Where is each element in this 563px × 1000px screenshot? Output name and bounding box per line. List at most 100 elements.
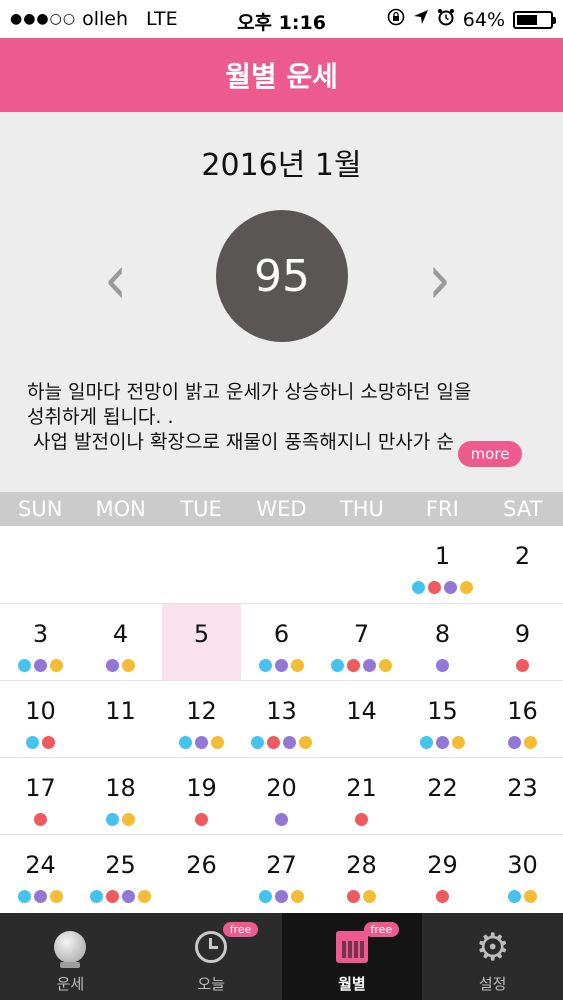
calendar-day[interactable]: 21 xyxy=(322,758,401,834)
battery-percent: 64% xyxy=(462,8,505,31)
fortune-dot-yellow xyxy=(122,659,135,672)
calendar-day[interactable]: 13 xyxy=(242,681,321,757)
calendar-day[interactable]: 2 xyxy=(483,526,562,602)
calendar-day[interactable]: 22 xyxy=(403,758,482,834)
day-number: 3 xyxy=(32,620,49,648)
fortune-line: 사업 발전이나 확장으로 재물이 풍족해지니 만사가 순 xyxy=(33,431,454,453)
calendar-day[interactable]: 25 xyxy=(81,835,160,911)
score-value: 95 xyxy=(254,250,310,302)
fortune-dot-purple xyxy=(508,736,521,749)
fortune-dot-blue xyxy=(18,659,31,672)
calendar-day[interactable]: 16 xyxy=(483,681,562,757)
clock-icon xyxy=(195,927,228,967)
fortune-dot-purple xyxy=(283,736,296,749)
more-button[interactable]: more xyxy=(458,441,522,467)
fortune-dot-yellow xyxy=(524,890,537,903)
day-number: 4 xyxy=(112,620,129,648)
calendar-week: 17 18 19 20 21 22 23 xyxy=(0,757,563,833)
calendar-week: 24 25 26 27 28 29 30 xyxy=(0,834,563,910)
fortune-dot-yellow xyxy=(50,890,63,903)
free-badge: free xyxy=(222,922,259,937)
chevron-left-icon[interactable]: ‹ xyxy=(104,244,127,314)
calendar-icon xyxy=(335,927,368,967)
calendar-day[interactable]: 3 xyxy=(1,604,80,680)
calendar-day[interactable]: 29 xyxy=(403,835,482,911)
calendar-day[interactable]: 4 xyxy=(81,604,160,680)
tab-today[interactable]: free 오늘 xyxy=(141,913,282,1000)
fortune-dot-blue xyxy=(420,736,433,749)
day-number: 8 xyxy=(434,620,451,648)
calendar-day[interactable]: 14 xyxy=(322,681,401,757)
gear-icon: ⚙ xyxy=(475,925,510,969)
calendar-day[interactable]: 26 xyxy=(162,835,241,911)
fortune-dots xyxy=(1,890,80,903)
day-number: 19 xyxy=(186,774,217,802)
calendar-day[interactable]: 5 xyxy=(162,604,241,680)
calendar-day[interactable]: 9 xyxy=(483,604,562,680)
fortune-dot-purple xyxy=(106,659,119,672)
location-arrow-icon xyxy=(413,9,429,30)
tab-monthly[interactable]: free 월별 xyxy=(281,913,423,1000)
fortune-dots xyxy=(403,659,482,672)
calendar-day[interactable]: 15 xyxy=(403,681,482,757)
fortune-dot-yellow xyxy=(452,736,465,749)
calendar-day[interactable]: 23 xyxy=(483,758,562,834)
fortune-dot-red xyxy=(195,813,208,826)
calendar-day[interactable]: 19 xyxy=(162,758,241,834)
calendar-day[interactable]: 8 xyxy=(403,604,482,680)
fortune-dot-red xyxy=(355,813,368,826)
fortune-dot-blue xyxy=(412,581,425,594)
day-number: 16 xyxy=(507,697,538,725)
calendar-day[interactable]: 30 xyxy=(483,835,562,911)
fortune-dots xyxy=(162,736,241,749)
fortune-dot-purple xyxy=(275,890,288,903)
fortune-dots xyxy=(322,659,401,672)
calendar-week: 3 4 5 6 7 8 9 xyxy=(0,603,563,680)
day-number: 17 xyxy=(25,774,56,802)
tab-settings[interactable]: ⚙ 설정 xyxy=(422,913,563,1000)
battery-icon xyxy=(513,10,556,29)
calendar-day[interactable]: 7 xyxy=(322,604,401,680)
fortune-dots xyxy=(242,890,321,903)
day-number: 27 xyxy=(266,851,297,879)
tab-label: 운세 xyxy=(56,975,85,993)
calendar-day[interactable]: 18 xyxy=(81,758,160,834)
calendar-day[interactable]: 12 xyxy=(162,681,241,757)
calendar-day[interactable]: 6 xyxy=(242,604,321,680)
calendar-day[interactable]: 28 xyxy=(322,835,401,911)
calendar-day[interactable]: 24 xyxy=(1,835,80,911)
calendar-day[interactable]: 17 xyxy=(1,758,80,834)
page-title: 월별 운세 xyxy=(225,60,338,93)
calendar-day[interactable]: 27 xyxy=(242,835,321,911)
fortune-dot-yellow xyxy=(291,890,304,903)
fortune-dot-yellow xyxy=(524,736,537,749)
day-number: 26 xyxy=(186,851,217,879)
fortune-dot-red xyxy=(428,581,441,594)
chevron-right-icon[interactable]: › xyxy=(428,244,451,314)
day-number: 15 xyxy=(427,697,458,725)
calendar-day[interactable]: 1 xyxy=(403,526,482,602)
fortune-dots xyxy=(322,813,401,826)
app-header: 월별 운세 xyxy=(0,38,563,112)
monthly-summary: 2016년 1월 ‹ 95 › 하늘 일마다 전망이 밝고 운세가 상승하니 소… xyxy=(0,112,563,492)
fortune-dot-purple xyxy=(436,659,449,672)
fortune-dot-blue xyxy=(26,736,39,749)
calendar-day[interactable]: 11 xyxy=(81,681,160,757)
fortune-dots xyxy=(1,659,80,672)
fortune-dot-yellow xyxy=(299,736,312,749)
day-number: 23 xyxy=(507,774,538,802)
tab-fortune[interactable]: 운세 xyxy=(0,913,141,1000)
fortune-dot-yellow xyxy=(379,659,392,672)
day-number: 12 xyxy=(186,697,217,725)
calendar-week: 10 11 12 13 14 15 16 xyxy=(0,680,563,756)
day-number: 11 xyxy=(105,697,136,725)
fortune-line: 성취하게 됩니다. . xyxy=(27,406,174,428)
month-title: 2016년 1월 xyxy=(201,148,362,183)
fortune-dots xyxy=(403,581,482,594)
fortune-dot-red xyxy=(106,890,119,903)
calendar-day[interactable]: 10 xyxy=(1,681,80,757)
weekday-header: SUN MON TUE WED THU FRI SAT xyxy=(0,492,563,526)
fortune-dots xyxy=(483,659,562,672)
weekday-sat: SAT xyxy=(503,497,543,521)
calendar-day[interactable]: 20 xyxy=(242,758,321,834)
